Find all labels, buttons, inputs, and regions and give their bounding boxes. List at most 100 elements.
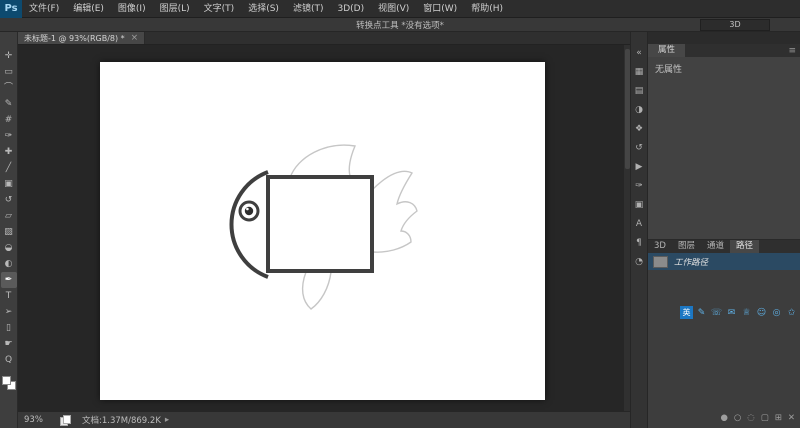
tab-properties[interactable]: 属性 xyxy=(648,44,686,57)
dodge-tool[interactable]: ◐ xyxy=(1,256,17,272)
options-bar: 转换点工具 *没有选项* 3D xyxy=(0,18,800,32)
zoom-level-field[interactable]: 93% xyxy=(24,415,50,425)
input-method-icon[interactable]: 英 xyxy=(680,306,693,319)
tab-paths[interactable]: 路径 xyxy=(729,240,759,253)
tool-glyph: ╱ xyxy=(5,163,12,173)
timeline-panel-icon[interactable]: ◔ xyxy=(632,255,647,269)
menu-item[interactable]: 滤镜(T) xyxy=(286,0,331,18)
properties-panel-body: 无属性 xyxy=(648,57,800,240)
document-tab[interactable]: 未标题-1 @ 93%(RGB/8) * × xyxy=(18,32,146,44)
brush-tool[interactable]: ╱ xyxy=(1,160,17,176)
taskbar-pen-icon[interactable]: ✎ xyxy=(695,306,708,319)
taskbar-search-icon[interactable]: ◎ xyxy=(770,306,783,319)
color-swatches xyxy=(1,376,16,390)
scrollbar-thumb[interactable] xyxy=(625,49,630,169)
menu-item[interactable]: 图层(L) xyxy=(153,0,197,18)
eraser-tool[interactable]: ▱ xyxy=(1,208,17,224)
pen-tool[interactable]: ✒ xyxy=(0,272,17,288)
taskbar-icon-glyph: ✩ xyxy=(787,307,796,318)
menu-item[interactable]: 窗口(W) xyxy=(416,0,464,18)
hand-tool[interactable]: ☛ xyxy=(1,336,17,352)
panel-icon-glyph: ◑ xyxy=(635,105,643,115)
tab-channels[interactable]: 通道 xyxy=(701,240,730,253)
taskbar-store-icon[interactable]: ♕ xyxy=(740,306,753,319)
taskbar-icon-glyph: ☏ xyxy=(710,307,723,318)
path-selection-tool[interactable]: ➢ xyxy=(1,304,17,320)
taskbar-phone-icon[interactable]: ☏ xyxy=(710,306,723,319)
adjustments-panel-icon[interactable]: ◑ xyxy=(632,103,647,117)
path-thumbnail[interactable] xyxy=(653,255,668,268)
menu-item[interactable]: 文件(F) xyxy=(22,0,66,18)
menu-item[interactable]: 3D(D) xyxy=(330,0,371,18)
tool-glyph: # xyxy=(4,115,13,125)
rectangular-marquee-tool[interactable]: ▭ xyxy=(1,64,17,80)
swatches-panel-icon[interactable]: ▤ xyxy=(632,84,647,98)
tool-glyph: ✚ xyxy=(4,147,13,157)
type-tool[interactable]: T xyxy=(1,288,17,304)
panel-icon-glyph: ¶ xyxy=(636,238,642,248)
panel-icon-glyph: ▦ xyxy=(634,67,644,77)
menu-item[interactable]: 帮助(H) xyxy=(464,0,510,18)
vector-mask-icon[interactable]: ▢ xyxy=(761,413,769,423)
work-path-item[interactable]: 工作路径 xyxy=(648,253,800,270)
tool-glyph: ◐ xyxy=(4,259,13,269)
panel-tab-label: 路径 xyxy=(735,241,753,251)
eyedropper-tool[interactable]: ✑ xyxy=(1,128,17,144)
history-panel-icon[interactable]: ↺ xyxy=(632,141,647,155)
panel-icon-glyph: ◔ xyxy=(635,257,643,267)
actions-panel-icon[interactable]: ▶ xyxy=(632,160,647,174)
quick-selection-tool[interactable]: ✎ xyxy=(1,96,17,112)
clone-source-panel-icon[interactable]: ▣ xyxy=(632,198,647,212)
taskbar-mail-icon[interactable]: ✉ xyxy=(725,306,738,319)
history-brush-tool[interactable]: ↺ xyxy=(1,192,17,208)
tool-glyph: ✎ xyxy=(4,99,13,109)
load-selection-icon[interactable]: ◌ xyxy=(747,413,754,423)
tool-glyph: ➢ xyxy=(4,307,13,317)
canvas-document[interactable] xyxy=(100,62,545,400)
footer-icon-glyph: ⊞ xyxy=(774,413,782,423)
fish-eye-highlight xyxy=(246,207,249,211)
status-expand-icon[interactable]: ▸ xyxy=(165,415,169,425)
paragraph-panel-icon[interactable]: ¶ xyxy=(632,236,647,250)
tool-glyph: ▨ xyxy=(4,227,13,237)
foreground-color-swatch[interactable] xyxy=(1,376,11,385)
stroke-path-icon[interactable]: ○ xyxy=(734,413,741,423)
close-icon[interactable]: × xyxy=(131,33,139,43)
footer-icon-glyph: ▢ xyxy=(760,413,769,423)
taskbar-user-icon[interactable]: ☺ xyxy=(755,306,768,319)
menu-item[interactable]: 选择(S) xyxy=(241,0,286,18)
panel-tab-label: 3D xyxy=(654,241,666,251)
ventral-fin-path xyxy=(301,271,332,310)
tool-glyph: ▭ xyxy=(4,67,13,77)
move-tool[interactable]: ✛ xyxy=(1,48,17,64)
brush-presets-panel-icon[interactable]: ✑ xyxy=(632,179,647,193)
styles-panel-icon[interactable]: ❖ xyxy=(632,122,647,136)
panel-menu-icon[interactable]: ≡ xyxy=(788,46,796,56)
clone-stamp-tool[interactable]: ▣ xyxy=(1,176,17,192)
workspace-3d-button[interactable]: 3D xyxy=(700,19,770,31)
gradient-tool[interactable]: ▨ xyxy=(1,224,17,240)
menu-item[interactable]: 编辑(E) xyxy=(66,0,111,18)
vertical-scrollbar[interactable] xyxy=(623,45,630,411)
fill-path-icon[interactable]: ● xyxy=(720,413,727,423)
tab-layers[interactable]: 图层 xyxy=(672,240,701,253)
blur-tool[interactable]: ◒ xyxy=(1,240,17,256)
panel-icon-glyph: ▶ xyxy=(635,162,643,172)
taskbar-star-icon[interactable]: ✩ xyxy=(785,306,798,319)
healing-brush-tool[interactable]: ✚ xyxy=(1,144,17,160)
new-path-icon[interactable]: ⊞ xyxy=(775,413,782,423)
character-panel-icon[interactable]: A xyxy=(632,217,647,231)
tab-3d[interactable]: 3D xyxy=(648,240,672,253)
menu-item[interactable]: 图像(I) xyxy=(111,0,153,18)
shape-tool[interactable]: ▯ xyxy=(1,320,17,336)
collapse-panels-icon[interactable]: « xyxy=(632,46,647,60)
lasso-tool[interactable]: ⌒ xyxy=(1,80,17,96)
crop-tool[interactable]: # xyxy=(1,112,17,128)
menu-items: 文件(F) 编辑(E) 图像(I) 图层(L) 文字(T) 选择(S) 滤镜(T) 3D(D)… xyxy=(22,0,510,18)
menu-item[interactable]: 视图(V) xyxy=(371,0,416,18)
delete-path-icon[interactable]: ✕ xyxy=(788,413,795,423)
footer-icon-glyph: ◌ xyxy=(747,413,755,423)
zoom-tool[interactable]: Q xyxy=(1,352,17,368)
menu-item[interactable]: 文字(T) xyxy=(197,0,242,18)
color-panel-icon[interactable]: ▦ xyxy=(632,65,647,79)
